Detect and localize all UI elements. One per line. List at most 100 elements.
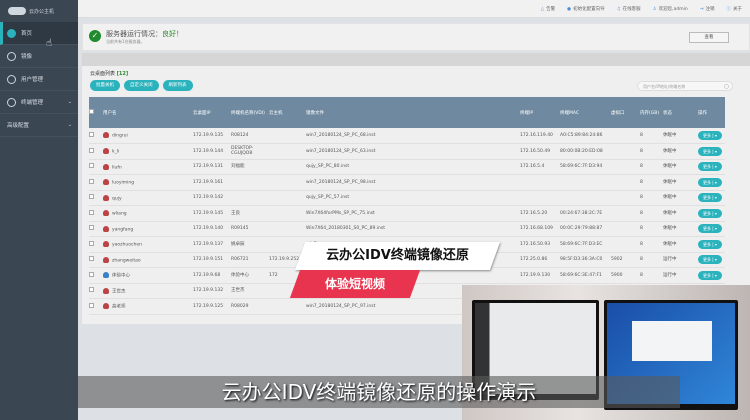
cell: 172.16.119.40 [520,128,560,144]
cell: 体验中心 [103,267,193,284]
sidebar-item-image[interactable]: 镜像 [0,45,78,68]
header-checkbox[interactable] [89,97,103,128]
about-link[interactable]: ⓘ 关于 [727,6,743,12]
cell: 172.19.9.68 [193,267,231,284]
cell-text: 8 [640,148,643,154]
label: 在线客服 [622,6,641,12]
row-checkbox[interactable] [89,143,103,160]
cell: 休眠中 [663,236,698,253]
table-row[interactable]: qujy 172.19.9.142 qujy_SP_PC_57.inst 8 休眠中 更多… [89,190,725,206]
cell-text: 休眠中 [663,179,677,185]
cell: k_li [103,143,193,160]
cell-text: 王世杰 [231,288,245,294]
more-label: 更多 [703,257,711,263]
more-label: 更多 [703,148,711,154]
check-icon: ✓ [89,30,101,42]
row-checkbox[interactable] [89,159,103,175]
sidebar-item-advanced[interactable]: 高级配置 ⌄ [0,114,78,137]
table-row[interactable]: wliang 172.19.9.145 王良 Win7X64forPMs_SP_PC_… [89,205,725,222]
status-value: 良好！ [162,30,183,38]
more-button[interactable]: 更多 | ▾ [698,270,722,280]
search-input[interactable]: 用户名/IP地址/终端名称 ○ [637,81,733,91]
row-checkbox[interactable] [89,283,103,299]
row-checkbox[interactable] [89,267,103,284]
more-button[interactable]: 更多 | ▾ [698,224,722,234]
sidebar-item-users[interactable]: 用户管理 [0,68,78,91]
status-title: 服务器运行情况：良好！ [106,29,183,39]
more-button[interactable]: 更多 | ▾ [698,255,722,265]
user-icon [103,241,109,247]
globe-icon: ● [567,6,572,12]
cell: wliang [103,205,193,222]
more-label: 更多 [703,210,711,216]
cell-text: dingrui [112,133,128,139]
user-icon: ♙ [652,6,657,12]
batch-shutdown-button[interactable]: 批量关机 [90,80,120,91]
row-checkbox[interactable] [89,174,103,191]
more-button[interactable]: 更多 | ▾ [698,208,722,218]
cell [269,205,306,222]
label: 告警 [546,6,556,12]
row-checkbox[interactable] [89,236,103,253]
logo: 云办公主机 [0,0,78,22]
cell: 刘福能 [231,159,269,175]
cell: qujy [103,190,193,206]
more-label: 更多 [703,272,711,278]
cell: win7_20180124_SP_PC_98.inst [306,174,520,191]
cell-text: 休眠中 [663,164,677,170]
cell-text: win7_20180124_SP_PC_98.inst [306,179,376,185]
row-checkbox[interactable] [89,221,103,237]
table-row[interactable]: dingrui 172.19.9.135 R08124 win7_20180124_S… [89,128,725,144]
cell-text: 172.19.9.142 [193,195,224,201]
row-checkbox[interactable] [89,128,103,144]
more-button[interactable]: 更多 | ▾ [698,146,722,156]
search-icon[interactable]: ○ [724,82,729,91]
more-label: 更多 [703,133,711,138]
wizard-link[interactable]: ● 初始化配置向导 [567,6,604,12]
cell [269,128,306,144]
refresh-list-button[interactable]: 刷新列表 [162,80,193,91]
custom-close-button[interactable]: 自定义关闭 [124,80,159,91]
cell: 98:5F:D3:36:3A:C0 [560,252,611,268]
cell-text: 姚卓辰 [231,241,245,247]
table-row[interactable]: luoyiming 172.19.9.161 win7_20180124_SP_PC… [89,174,725,191]
more-button[interactable]: 更多 | ▾ [698,177,722,187]
status-label: 服务器运行情况： [106,30,162,38]
table-row[interactable]: yangfang 172.19.9.140 R09145 Win7X64_201803… [89,221,725,237]
user-link[interactable]: ♙ 欢迎您,admin [653,6,688,12]
cell: 5902 [611,252,640,268]
more-button[interactable]: 更多 | ▾ [698,193,722,203]
logout-link[interactable]: ⇥ 注销 [700,6,715,12]
column-header: 云主机 [269,110,283,116]
view-button[interactable]: 查看 [689,32,729,43]
more-button[interactable]: 更多 | ▾ [698,131,722,140]
headset-icon: ♫ [616,6,621,12]
cell: liufn [103,159,193,175]
table-row[interactable]: liufn 172.19.9.131 刘福能 qujy_SP_PC_80.inst 17… [89,159,725,175]
table-row[interactable]: k_li 172.19.9.144 DESKTOP-CGUJQO8 win7_2018… [89,143,725,160]
row-checkbox[interactable] [89,252,103,268]
cell-text: R06721 [231,257,249,263]
cell-text: 8 [640,272,643,278]
more-button[interactable]: 更多 | ▾ [698,239,722,249]
cell-text: 8 [640,164,643,170]
support-link[interactable]: ♫ 在线客服 [617,6,641,12]
alarm-link[interactable]: △ 告警 [541,6,555,12]
cell: 172.19.9.142 [193,190,231,206]
row-checkbox[interactable] [89,298,103,315]
sidebar-item-label: 用户管理 [21,77,44,83]
cell: yaozhuochen [103,236,193,253]
sidebar-item-home[interactable]: 首页 [0,22,78,45]
cell-text: 172.19.9.68 [193,272,221,278]
sidebar-item-terminals[interactable]: 终端管理 ⌄ [0,91,78,114]
user-icon [103,163,109,170]
row-checkbox[interactable] [89,190,103,206]
cell [269,159,306,175]
cell-text: 172.16.5.4 [520,164,545,170]
more-button[interactable]: 更多 | ▾ [698,162,722,172]
row-checkbox[interactable] [89,205,103,222]
cell-text: 休眠中 [663,210,677,216]
cell [269,190,306,206]
cell [611,174,640,191]
cell-text: 172.19.9.151 [193,257,224,263]
